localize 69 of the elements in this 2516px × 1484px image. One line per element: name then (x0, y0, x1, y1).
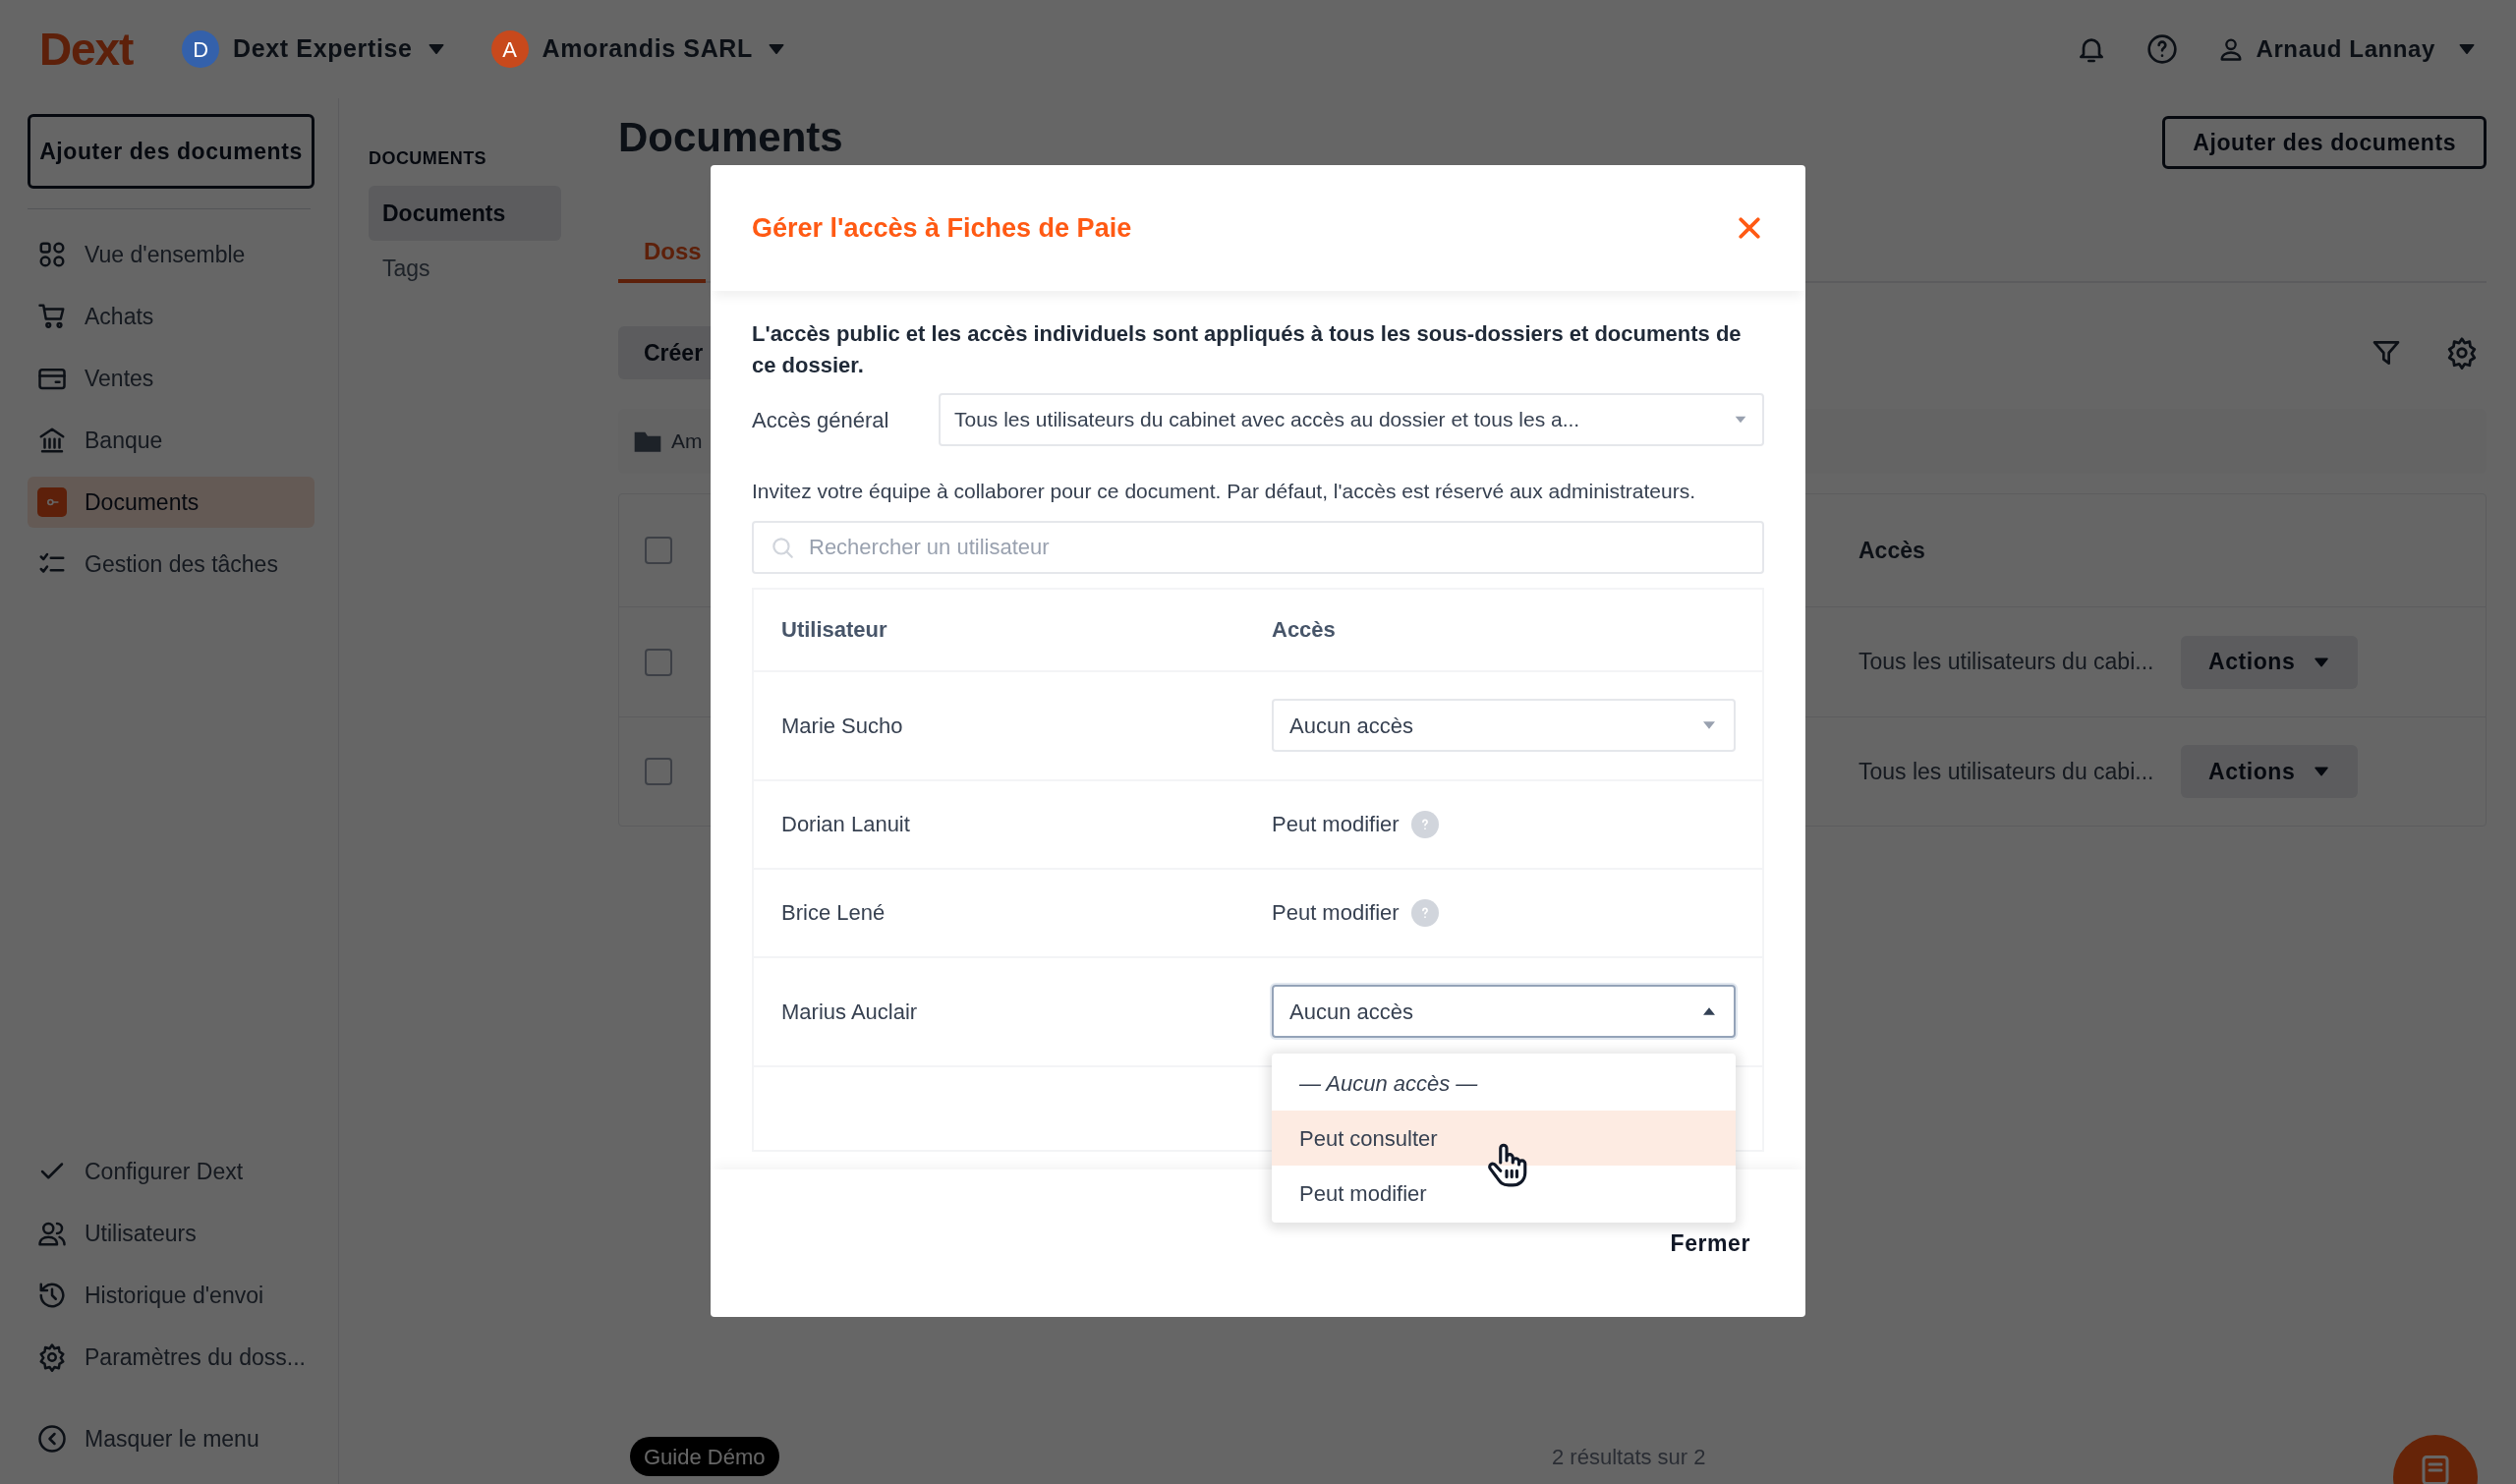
grid-icon (37, 240, 67, 269)
cart-icon (37, 302, 67, 331)
column-header: Accès (1858, 536, 1926, 565)
settings-icon (2445, 336, 2479, 370)
bank-icon (37, 426, 67, 455)
dropdown-option[interactable]: Peut modifier (1272, 1166, 1736, 1221)
add-documents-button[interactable]: Ajouter des documents (28, 114, 314, 189)
dropdown-option[interactable]: Peut consulter (1272, 1111, 1736, 1166)
guide-button[interactable]: Guide Démo (630, 1437, 779, 1476)
user-menu[interactable]: Arnaud Lannay (2216, 31, 2477, 67)
checkbox[interactable] (645, 758, 672, 785)
access-select[interactable]: Aucun accès (1272, 985, 1736, 1038)
help-icon (1410, 898, 1439, 927)
sidebar-item[interactable]: Ventes (28, 353, 314, 404)
subnav-item[interactable]: Documents (369, 186, 561, 241)
tab[interactable]: Doss (618, 224, 706, 283)
invite-text: Invitez votre équipe à collaborer pour ce document. Par défaut, l'accès est réservé aux administrateurs. (752, 479, 1696, 504)
checkbox[interactable] (645, 648, 672, 676)
results-count: 2 résultats sur 2 (1552, 1443, 1706, 1471)
field-label: Accès général (752, 406, 890, 434)
access-select[interactable]: Aucun accès (1272, 699, 1736, 752)
column-header: Utilisateur (780, 616, 888, 644)
settings-button[interactable] (2445, 336, 2479, 370)
column-header: Accès (1272, 616, 1336, 644)
sidebar-item[interactable]: Banque (28, 415, 314, 466)
search-field[interactable]: Rechercher un utilisateur (752, 520, 1764, 574)
sidebar-item[interactable]: Achats (28, 291, 314, 342)
history-icon (37, 1281, 67, 1310)
document-icon (37, 487, 67, 517)
table-cell-text: Tous les utilisateurs du cabi... (1858, 648, 2155, 677)
help-icon (2145, 33, 2178, 65)
sidebar-item[interactable]: Gestion des tâches (28, 539, 314, 590)
actions-button[interactable]: Actions (2181, 635, 2359, 689)
workspace-avatar: D (182, 30, 220, 68)
actions-button[interactable]: Actions (2181, 745, 2359, 798)
chevron-left-icon (37, 1424, 67, 1454)
checkbox[interactable] (645, 537, 672, 564)
sidebar-item[interactable]: Historique d'envoi (28, 1270, 314, 1321)
workspace-switcher[interactable]: A Amorandis SARL (490, 30, 786, 68)
help-button[interactable] (2145, 33, 2178, 65)
workspace-name: Amorandis SARL (542, 33, 753, 65)
help-icon (1410, 810, 1439, 838)
sidebar-item[interactable]: Vue d'ensemble (28, 229, 314, 280)
table-cell-text: Dorian Lanuit (780, 811, 911, 838)
sidebar-item[interactable]: Documents (28, 477, 314, 528)
workspace-switcher[interactable]: D Dext Expertise (182, 30, 446, 68)
settings-icon (37, 1342, 67, 1372)
subnav-item[interactable]: Tags (369, 241, 561, 296)
sidebar-item[interactable]: Paramètres du doss... (28, 1332, 314, 1383)
dialog-title: Gérer l'accès à Fiches de Paie (752, 211, 1132, 245)
table-cell-text: Tous les utilisateurs du cabi... (1858, 757, 2155, 786)
dropdown-option[interactable]: — Aucun accès — (1272, 1056, 1736, 1111)
general-access-select[interactable]: Tous les utilisateurs du cabinet avec accès au dossier et tous les a... (939, 393, 1764, 446)
table-cell-text: Marie Sucho (780, 712, 904, 740)
table-cell-text: Marius Auclair (780, 998, 919, 1026)
workspace-avatar: A (490, 30, 529, 68)
workspace-name: Dext Expertise (233, 33, 413, 65)
logo[interactable]: Dext (39, 15, 134, 84)
add-documents-button[interactable]: Ajouter des documents (2162, 116, 2487, 169)
table-cell-text: Peut modifier (1272, 811, 1400, 838)
notice-text: L'accès public et les accès individuels sont appliqués à tous les sous-dossiers et documents de ce dossier. (752, 320, 1743, 379)
sidebar-item[interactable]: Utilisateurs (28, 1208, 314, 1259)
sidebar-item[interactable]: Configurer Dext (28, 1146, 314, 1197)
section-heading: DOCUMENTS (369, 147, 488, 170)
table-cell-text: Peut modifier (1272, 899, 1400, 927)
page-title: Documents (618, 116, 843, 159)
table-cell-text: Brice Lené (780, 899, 886, 927)
collapse-menu-button[interactable]: Masquer le menu (28, 1413, 311, 1464)
close-dialog-button[interactable]: Fermer (1670, 1226, 1750, 1261)
